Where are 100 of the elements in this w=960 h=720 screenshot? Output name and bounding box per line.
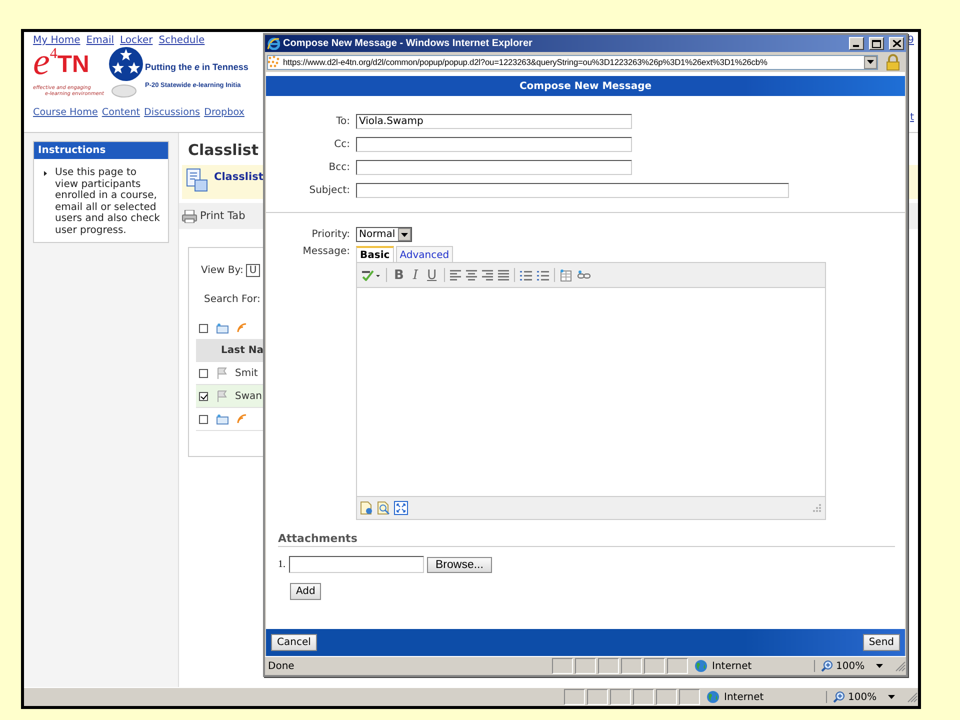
align-icon[interactable] (482, 270, 493, 280)
bullet-icon (44, 171, 47, 176)
fullscreen-icon[interactable] (394, 501, 408, 515)
editor-tab[interactable]: Advanced (396, 246, 454, 262)
resize-grip-icon[interactable] (895, 660, 906, 672)
email-icon[interactable] (216, 322, 229, 334)
preview-icon[interactable] (377, 501, 390, 515)
top-link[interactable]: Email (86, 35, 114, 46)
format-button[interactable]: B (392, 268, 406, 282)
minimize-button[interactable] (849, 37, 864, 50)
field-label: Bcc: (328, 162, 350, 173)
status-panel (621, 658, 642, 674)
list-icon[interactable] (520, 270, 532, 280)
caret-icon[interactable] (401, 232, 408, 236)
star-seal-icon (109, 47, 143, 99)
page-icon (268, 56, 280, 68)
top-link[interactable]: Locker (120, 35, 153, 46)
window-title: Compose New Message - Windows Internet Explorer (283, 38, 534, 49)
top-link[interactable]: Schedule (158, 35, 205, 46)
close-button[interactable] (889, 37, 904, 50)
status-panel (598, 658, 619, 674)
send-button[interactable]: Send (862, 634, 900, 651)
zoom-icon[interactable] (833, 691, 845, 703)
logo-letter: e (33, 47, 50, 77)
status-panel (587, 689, 608, 705)
align-icon[interactable] (466, 270, 477, 280)
caret-icon[interactable] (876, 664, 883, 668)
status-panel (610, 689, 631, 705)
file-field[interactable] (288, 556, 424, 573)
link-icon[interactable] (576, 270, 591, 280)
table-cell: Swan (235, 390, 262, 402)
field-label: Priority: (310, 229, 350, 240)
checkbox[interactable] (199, 392, 208, 400)
cut-link[interactable]: t (910, 112, 914, 123)
input-field[interactable] (356, 160, 632, 175)
priority-select[interactable]: Normal (356, 227, 412, 242)
spellcheck-icon[interactable] (361, 269, 381, 281)
view-by-label: View By: (201, 265, 244, 276)
nav-link[interactable]: Content (102, 107, 140, 118)
message-editor[interactable]: B I U (356, 262, 826, 520)
caret-icon[interactable] (867, 60, 874, 64)
align-icon[interactable] (498, 270, 509, 280)
status-panel (644, 658, 665, 674)
zoom-icon[interactable] (821, 660, 833, 672)
field-label: Message: (302, 246, 350, 259)
input-field[interactable] (356, 137, 632, 152)
field-label: To: (335, 116, 350, 127)
list-icon (186, 168, 208, 192)
maximize-button[interactable] (869, 37, 884, 50)
nav-link[interactable]: Discussions (144, 107, 200, 118)
globe-icon (694, 659, 708, 673)
editor-tab[interactable]: Basic (356, 246, 394, 262)
printer-icon (182, 210, 197, 222)
zone-label: Internet (724, 692, 764, 702)
checkbox[interactable] (199, 368, 208, 378)
top-link[interactable]: My Home (33, 35, 80, 46)
status-panel (564, 689, 585, 705)
checkbox[interactable] (199, 324, 208, 332)
status-panel (552, 658, 573, 674)
classlist-tab[interactable]: Classlist (214, 171, 264, 183)
field-label: Subject: (308, 185, 350, 196)
table-icon[interactable] (560, 268, 572, 282)
input-field[interactable]: Viola.Swamp (356, 114, 632, 129)
format-button[interactable]: I (410, 268, 420, 282)
dialog-title: Compose New Message (519, 80, 652, 92)
print-tab-button[interactable]: Print Tab (182, 210, 246, 222)
logo-tagline: Putting the e in Tenness (145, 62, 248, 72)
status-panel (575, 658, 596, 674)
input-field[interactable] (356, 183, 789, 198)
browse-button[interactable]: Browse... (426, 556, 492, 572)
column-header[interactable]: Last Na (221, 344, 264, 356)
page-title: Classlist (188, 141, 259, 159)
align-icon[interactable] (450, 270, 461, 280)
attachments-heading: Attachments (278, 532, 895, 547)
address-field[interactable]: https://www.d2l-e4tn.org/d2l/common/popup/popup.d2l?ou=1223263&queryString=ou%3D1223263%26p%3D1%26ext%3D1%26cb% (267, 54, 878, 70)
status-panel (679, 689, 700, 705)
cancel-button[interactable]: Cancel (271, 634, 317, 651)
caret-icon[interactable] (888, 695, 895, 699)
close-icon (892, 40, 900, 47)
nav-link[interactable]: Course Home (33, 107, 98, 118)
email-icon[interactable] (216, 414, 229, 424)
status-panel (633, 689, 654, 705)
document-icon[interactable] (360, 501, 373, 515)
status-panel (667, 658, 688, 674)
logo-word: TN (57, 53, 90, 77)
table-cell: Smit (235, 368, 258, 378)
resize-grip-icon[interactable] (812, 503, 822, 513)
zoom-level[interactable]: 100% (836, 660, 865, 672)
format-button[interactable]: U (425, 268, 439, 282)
resize-grip-icon[interactable] (907, 692, 918, 702)
add-button[interactable]: Add (290, 583, 322, 600)
view-by-select[interactable]: U (246, 264, 260, 277)
list-icon[interactable] (536, 270, 549, 280)
nav-link[interactable]: Dropbox (204, 107, 244, 118)
instructions-text: Use this page to view participants enrolled in a course, email all or selected users and also check user progress. (55, 167, 161, 236)
field-label: Cc: (333, 139, 350, 150)
zone-label: Internet (712, 660, 752, 672)
search-label: Search For: (204, 294, 260, 305)
zoom-level[interactable]: 100% (848, 692, 877, 702)
checkbox[interactable] (199, 414, 208, 424)
